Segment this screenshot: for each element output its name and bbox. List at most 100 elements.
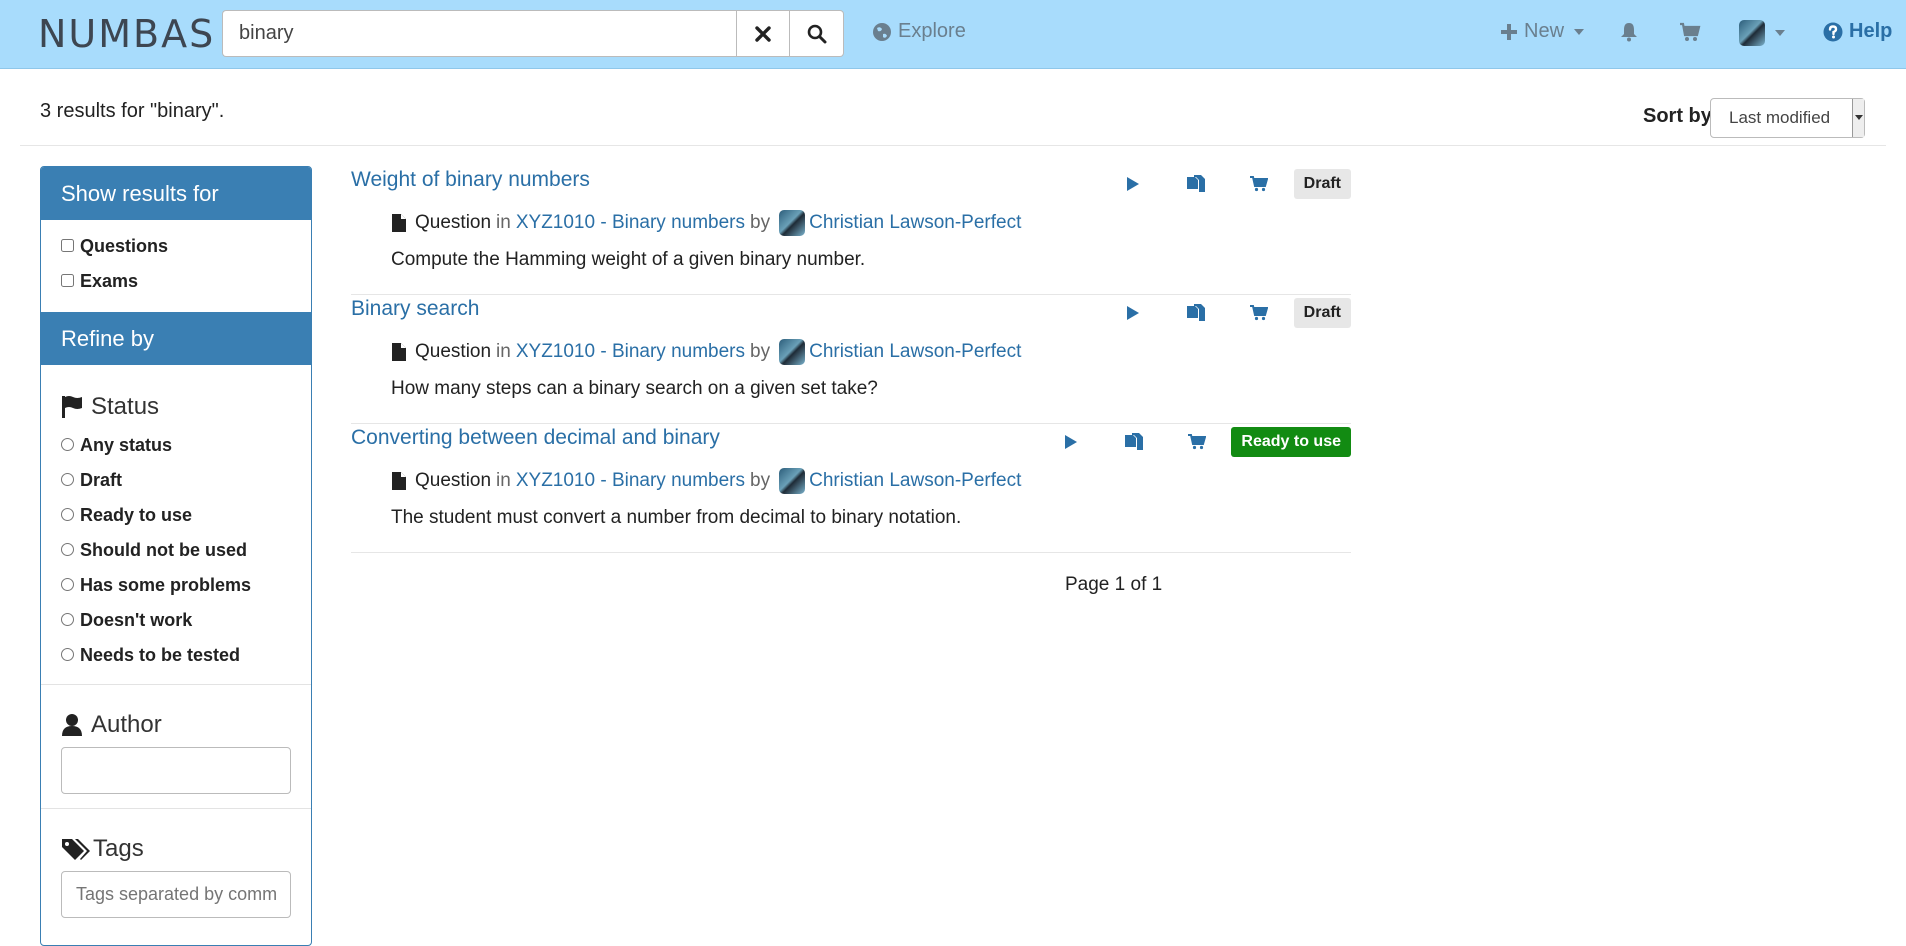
avatar	[1739, 20, 1765, 46]
result-description: The student must convert a number from d…	[391, 507, 962, 528]
status-radio[interactable]	[61, 648, 74, 661]
show-results-options: Questions Exams	[41, 220, 311, 312]
status-any[interactable]: Any status	[61, 435, 291, 470]
filter-label: Questions	[80, 236, 169, 256]
status-radio[interactable]	[61, 438, 74, 451]
result-title-link[interactable]: Weight of binary numbers	[351, 168, 590, 192]
help-link[interactable]: Help	[1823, 20, 1892, 43]
status-radio[interactable]	[61, 473, 74, 486]
project-link[interactable]: XYZ1010 - Binary numbers	[516, 212, 745, 234]
status-label: Any status	[80, 435, 173, 455]
project-link[interactable]: XYZ1010 - Binary numbers	[516, 341, 745, 363]
questions-checkbox[interactable]	[61, 239, 74, 252]
filter-sidebar: Show results for Questions Exams Refine …	[40, 166, 312, 946]
globe-icon	[873, 22, 891, 41]
copy-icon	[1124, 433, 1143, 450]
status-options: Any status Draft Ready to use Should not…	[41, 429, 311, 684]
filter-label: Exams	[80, 271, 139, 291]
author-input[interactable]	[61, 747, 291, 794]
tags-icon	[62, 839, 90, 860]
result-title-link[interactable]: Converting between decimal and binary	[351, 426, 720, 450]
run-button[interactable]	[1039, 427, 1102, 457]
search-bar	[222, 10, 844, 57]
item-type: Question	[415, 341, 492, 362]
refine-heading: Refine by	[41, 312, 311, 365]
flag-icon	[62, 396, 82, 418]
status-radio[interactable]	[61, 578, 74, 591]
status-label: Needs to be tested	[80, 645, 241, 665]
pagination-text: Page 1 of 1	[1065, 574, 1163, 595]
search-button[interactable]	[790, 10, 844, 57]
brand-logo[interactable]: NUMBAS	[38, 12, 215, 56]
tags-input[interactable]	[61, 871, 291, 918]
author-link[interactable]: Christian Lawson-Perfect	[809, 470, 1021, 492]
sort-select[interactable]: Last modified	[1710, 98, 1865, 138]
results-count: 3 results for "binary".	[40, 100, 225, 122]
run-button[interactable]	[1102, 298, 1165, 328]
file-icon	[392, 214, 406, 232]
show-results-heading: Show results for	[41, 167, 311, 220]
clear-search-button[interactable]	[736, 10, 790, 57]
sort-selected-value: Last modified	[1729, 108, 1831, 127]
status-radio[interactable]	[61, 508, 74, 521]
sort-label: Sort by	[1643, 105, 1712, 127]
add-to-basket-button[interactable]	[1165, 427, 1228, 457]
chevron-down-icon	[1775, 30, 1785, 36]
project-link[interactable]: XYZ1010 - Binary numbers	[516, 470, 745, 492]
result-actions: Ready to use	[1039, 427, 1351, 457]
plus-icon	[1501, 23, 1517, 40]
times-icon	[755, 25, 771, 42]
play-icon	[1064, 435, 1077, 449]
run-button[interactable]	[1102, 169, 1165, 199]
status-problems[interactable]: Has some problems	[61, 575, 291, 610]
search-input[interactable]	[222, 10, 736, 57]
basket-button[interactable]	[1679, 22, 1701, 42]
play-icon	[1127, 177, 1140, 191]
status-doesnt-work[interactable]: Doesn't work	[61, 610, 291, 645]
filter-questions[interactable]: Questions	[61, 236, 291, 271]
status-radio[interactable]	[61, 543, 74, 556]
result-item: Weight of binary numbers Draft Question …	[351, 166, 1351, 295]
question-circle-icon	[1823, 22, 1843, 41]
by-word: by	[750, 341, 771, 362]
status-draft[interactable]: Draft	[61, 470, 291, 505]
result-description: Compute the Hamming weight of a given bi…	[391, 249, 866, 270]
result-title-link[interactable]: Binary search	[351, 297, 479, 321]
copy-button[interactable]	[1165, 298, 1228, 328]
add-to-basket-button[interactable]	[1228, 169, 1291, 199]
user-menu[interactable]	[1739, 20, 1785, 46]
status-label: Doesn't work	[80, 610, 193, 630]
status-heading-label: Status	[91, 393, 160, 420]
exams-checkbox[interactable]	[61, 274, 74, 287]
copy-button[interactable]	[1165, 169, 1228, 199]
author-link[interactable]: Christian Lawson-Perfect	[809, 341, 1021, 363]
in-word: in	[496, 341, 511, 362]
notifications-button[interactable]	[1620, 22, 1638, 42]
item-type: Question	[415, 470, 492, 491]
result-meta: Question in XYZ1010 - Binary numbers by …	[391, 339, 1021, 365]
new-label: New	[1524, 20, 1565, 42]
new-dropdown[interactable]: New	[1500, 20, 1585, 43]
result-meta: Question in XYZ1010 - Binary numbers by …	[391, 210, 1021, 236]
by-word: by	[750, 212, 771, 233]
magnifier-icon	[807, 24, 826, 43]
status-needs-testing[interactable]: Needs to be tested	[61, 645, 291, 680]
help-label: Help	[1849, 20, 1893, 42]
copy-icon	[1187, 175, 1206, 192]
explore-link[interactable]: Explore	[872, 20, 966, 43]
add-to-basket-button[interactable]	[1228, 298, 1291, 328]
chevron-down-icon	[1574, 28, 1585, 35]
author-link[interactable]: Christian Lawson-Perfect	[809, 212, 1021, 234]
copy-button[interactable]	[1102, 427, 1165, 457]
status-badge: Draft	[1293, 298, 1351, 328]
result-actions: Draft	[1102, 169, 1351, 199]
avatar	[779, 468, 806, 494]
status-radio[interactable]	[61, 613, 74, 626]
results-list: Weight of binary numbers Draft Question …	[351, 166, 1351, 553]
status-heading: Status	[41, 365, 311, 429]
result-item: Converting between decimal and binary Re…	[351, 424, 1351, 553]
status-badge: Draft	[1293, 169, 1351, 199]
status-should-not-use[interactable]: Should not be used	[61, 540, 291, 575]
filter-exams[interactable]: Exams	[61, 271, 291, 306]
status-ready[interactable]: Ready to use	[61, 505, 291, 540]
